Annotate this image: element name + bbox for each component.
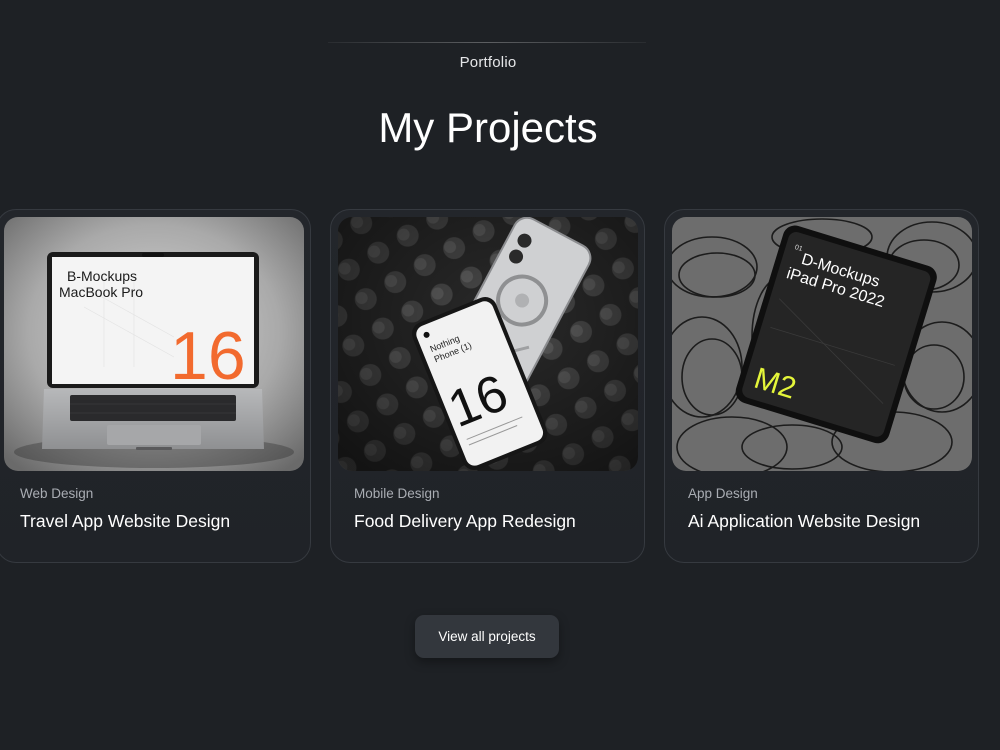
project-card-ai-application[interactable]: 01 D-Mockups iPad Pro 2022 M2 App Design… bbox=[664, 209, 979, 563]
section-title: My Projects bbox=[378, 104, 598, 151]
project-category: Web Design bbox=[20, 486, 94, 501]
project-category: Mobile Design bbox=[354, 486, 440, 501]
section-divider bbox=[328, 42, 646, 43]
project-image-phone-mockup: Nothing Phone (1) 16 bbox=[338, 217, 638, 471]
projects-section: Portfolio My Projects B-Mockups MacBook … bbox=[0, 0, 1000, 750]
project-category: App Design bbox=[688, 486, 758, 501]
project-title[interactable]: Ai Application Website Design bbox=[688, 511, 920, 532]
project-card-travel-app[interactable]: B-Mockups MacBook Pro 16 Web Design Trav… bbox=[0, 209, 311, 563]
project-title[interactable]: Food Delivery App Redesign bbox=[354, 511, 576, 532]
project-image-ipad-mockup: 01 D-Mockups iPad Pro 2022 M2 bbox=[672, 217, 972, 471]
section-eyebrow: Portfolio bbox=[459, 54, 517, 71]
macbook-mockup-name: B-Mockups bbox=[67, 268, 137, 284]
view-all-projects-button[interactable]: View all projects bbox=[415, 615, 559, 658]
project-image-macbook-mockup: B-Mockups MacBook Pro 16 bbox=[4, 217, 304, 471]
project-title[interactable]: Travel App Website Design bbox=[20, 511, 230, 532]
project-card-food-delivery[interactable]: Nothing Phone (1) 16 Mobile Design Food … bbox=[330, 209, 645, 563]
macbook-device-label: MacBook Pro bbox=[59, 284, 143, 300]
macbook-number: 16 bbox=[170, 318, 246, 394]
